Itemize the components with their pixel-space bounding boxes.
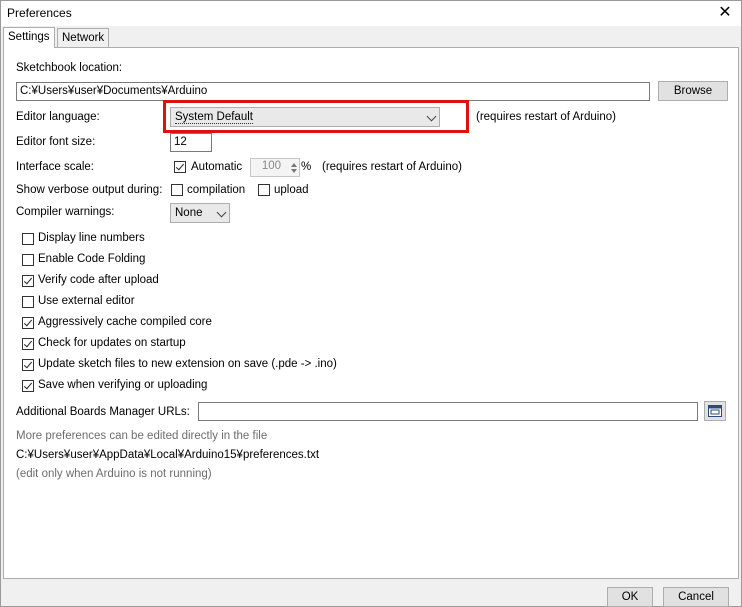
editor-language-label: Editor language: — [16, 111, 100, 123]
upload-checkbox[interactable] — [258, 184, 270, 196]
editor-font-size-input[interactable]: 12 — [170, 133, 212, 152]
option-label: Enable Code Folding — [38, 253, 146, 265]
automatic-checkbox[interactable] — [174, 161, 186, 173]
update-sketch-files-checkbox[interactable] — [22, 359, 34, 371]
window-title: Preferences — [7, 6, 72, 20]
chevron-down-icon — [216, 207, 227, 218]
interface-scale-label: Interface scale: — [16, 161, 94, 173]
interface-scale-spinner[interactable]: 100 — [250, 158, 300, 177]
settings-panel: Sketchbook location: C:¥Users¥user¥Docum… — [3, 47, 739, 579]
preferences-window: Preferences ✕ Settings Network Sketchboo… — [0, 0, 742, 607]
interface-scale-value: 100 — [261, 160, 281, 172]
boards-manager-urls-input[interactable] — [198, 402, 698, 421]
sketchbook-location-input[interactable]: C:¥Users¥user¥Documents¥Arduino — [16, 82, 650, 101]
option-label: Update sketch files to new extension on … — [38, 358, 337, 370]
check-updates-checkbox[interactable] — [22, 338, 34, 350]
use-external-editor-checkbox[interactable] — [22, 296, 34, 308]
window-icon — [708, 405, 722, 417]
display-line-numbers-checkbox[interactable] — [22, 233, 34, 245]
cancel-button[interactable]: Cancel — [663, 587, 729, 607]
option-label: Check for updates on startup — [38, 337, 186, 349]
sketchbook-label: Sketchbook location: — [16, 62, 123, 74]
spin-up-icon[interactable] — [291, 163, 297, 167]
option-label: Aggressively cache compiled core — [38, 316, 212, 328]
option-label: Verify code after upload — [38, 274, 159, 286]
close-icon[interactable]: ✕ — [715, 3, 735, 23]
preferences-path[interactable]: C:¥Users¥user¥AppData¥Local¥Arduino15¥pr… — [16, 449, 319, 461]
tab-settings[interactable]: Settings — [3, 27, 55, 48]
compilation-checkbox[interactable] — [171, 184, 183, 196]
compiler-warnings-select[interactable]: None — [170, 203, 230, 223]
option-label: Display line numbers — [38, 232, 145, 244]
percent-label: % — [301, 161, 312, 173]
compiler-warnings-label: Compiler warnings: — [16, 206, 115, 218]
info-text: More preferences can be edited directly … — [16, 430, 268, 442]
browse-button[interactable]: Browse — [658, 81, 728, 101]
upload-label: upload — [274, 184, 309, 196]
title-bar: Preferences ✕ — [1, 1, 741, 26]
open-window-button[interactable] — [704, 401, 726, 421]
verify-code-checkbox[interactable] — [22, 275, 34, 287]
editor-language-note: (requires restart of Arduino) — [476, 111, 616, 123]
editor-font-size-label: Editor font size: — [16, 136, 96, 148]
option-label: Save when verifying or uploading — [38, 379, 208, 391]
automatic-label: Automatic — [191, 161, 243, 173]
option-label: Use external editor — [38, 295, 135, 307]
verbose-output-label: Show verbose output during: — [16, 184, 163, 196]
info-note: (edit only when Arduino is not running) — [16, 468, 212, 480]
enable-code-folding-checkbox[interactable] — [22, 254, 34, 266]
boards-manager-label: Additional Boards Manager URLs: — [16, 406, 190, 418]
cache-compiled-core-checkbox[interactable] — [22, 317, 34, 329]
highlight-box — [163, 100, 469, 133]
compilation-label: compilation — [187, 184, 246, 196]
save-when-verifying-checkbox[interactable] — [22, 380, 34, 392]
tab-network[interactable]: Network — [57, 28, 110, 47]
spin-down-icon[interactable] — [291, 169, 297, 173]
ok-button[interactable]: OK — [607, 587, 653, 607]
interface-scale-note: (requires restart of Arduino) — [322, 161, 462, 173]
compiler-warnings-value: None — [175, 207, 203, 219]
